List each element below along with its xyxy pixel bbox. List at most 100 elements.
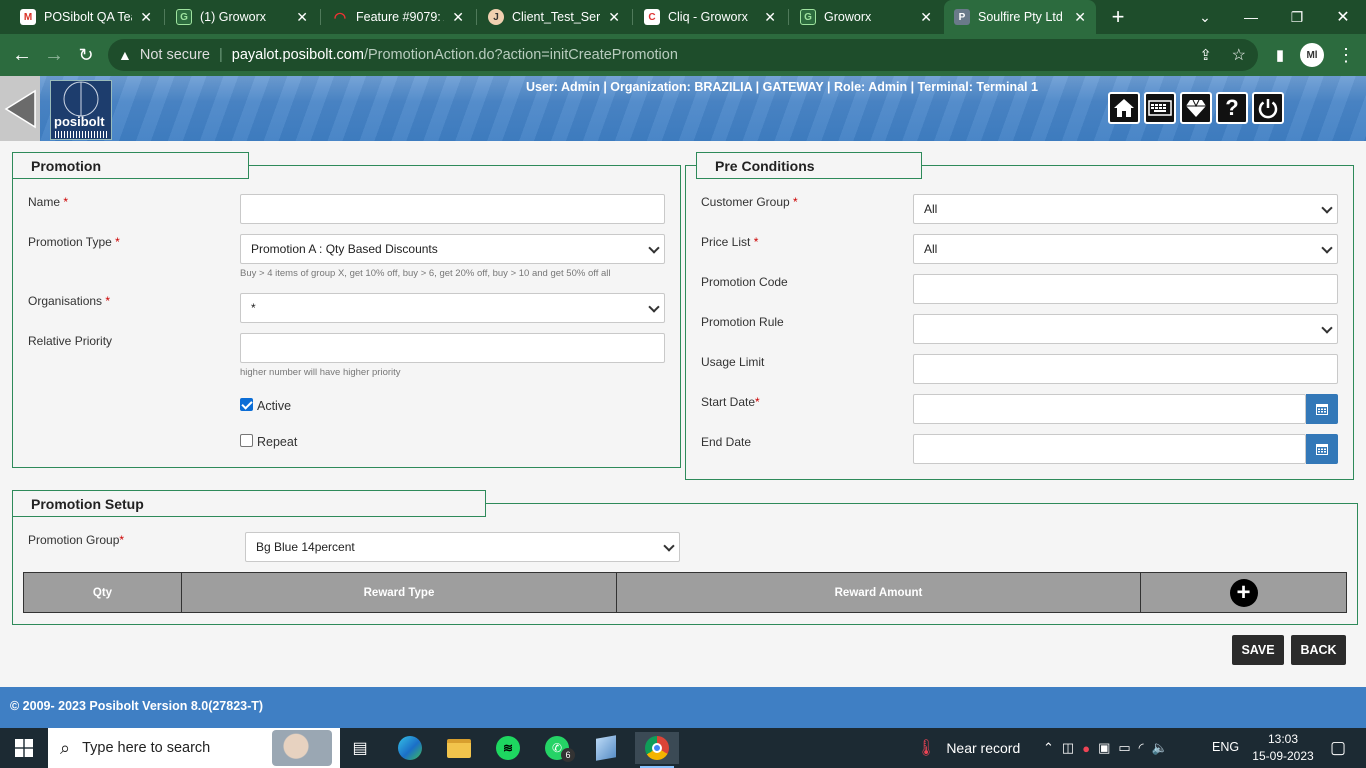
promotion-group-label: Promotion Group* [28,533,125,547]
close-icon[interactable]: ✕ [920,9,932,26]
promotion-rule-select[interactable] [913,314,1338,344]
price-list-label: Price List * [701,235,759,249]
end-date-calendar-button[interactable] [1306,434,1338,464]
notifications-icon[interactable]: ▢ [1318,732,1358,764]
close-icon[interactable]: ✕ [764,9,776,26]
tray-app-icon[interactable]: ▣ [1098,740,1110,756]
browser-tab[interactable]: G (1) Groworx ✕ [166,0,318,34]
collapse-arrow-icon[interactable] [0,76,40,141]
weather-widget[interactable]: 🌡 Near record [916,728,1020,768]
promotion-type-select[interactable]: Promotion A : Qty Based Discounts [240,234,665,264]
back-arrow-icon[interactable]: ← [6,34,38,76]
start-date-calendar-button[interactable] [1306,394,1338,424]
edge-icon[interactable] [390,732,430,764]
save-button[interactable]: SAVE [1232,635,1284,665]
language-indicator[interactable]: ENG [1212,740,1239,754]
side-panel-icon[interactable]: ▮ [1264,34,1296,76]
tab-title: (1) Groworx [200,10,266,24]
help-button[interactable]: ? [1216,92,1248,124]
chrome-icon[interactable] [635,732,679,764]
browser-tab[interactable]: ◠ Feature #9079: A ✕ [322,0,474,34]
promotion-group-select[interactable]: Bg Blue 14percent [245,532,680,562]
system-tray: ⌃ ◫ ● ▣ ▭ ◜ 🔈 [1043,728,1168,768]
start-date-label: Start Date* [701,395,760,409]
close-icon[interactable]: ✕ [1074,9,1086,26]
start-date-input[interactable] [913,394,1306,424]
clock[interactable]: 13:03 15-09-2023 [1250,731,1316,765]
relative-priority-label: Relative Priority [28,334,113,348]
reload-icon[interactable]: ↻ [70,34,102,76]
redmine-icon: ◠ [333,8,347,25]
search-highlight-image [272,730,332,766]
search-icon: ⌕ [60,737,71,758]
minimize-button[interactable]: — [1228,0,1274,34]
keyboard-button[interactable] [1144,92,1176,124]
end-date-input[interactable] [913,434,1306,464]
repeat-checkbox[interactable] [240,434,253,447]
close-icon[interactable]: ✕ [296,9,308,26]
home-icon [1114,99,1134,117]
promotion-type-label: Promotion Type * [28,235,120,249]
organisations-select[interactable]: * [240,293,665,323]
wifi-icon[interactable]: ◜ [1139,740,1144,756]
home-button[interactable] [1108,92,1140,124]
maximize-button[interactable]: ❐ [1274,0,1320,34]
whatsapp-icon[interactable]: ✆ 6 [537,732,577,764]
posibolt-logo: posibolt [50,80,112,140]
relative-priority-input[interactable] [240,333,665,363]
relative-priority-hint: higher number will have higher priority [240,367,401,378]
tab-search-icon[interactable]: ⌄ [1182,0,1228,34]
menu-kebab-icon[interactable]: ⋮ [1330,34,1362,76]
browser-tab-active[interactable]: P Soulfire Pty Ltd | ✕ [944,0,1096,34]
volume-icon[interactable]: 🔈 [1152,740,1168,756]
chevron-up-icon[interactable]: ⌃ [1043,740,1054,756]
forward-arrow-icon[interactable]: → [38,34,70,76]
browser-tab-strip: M POSibolt QA Tea ✕ G (1) Groworx ✕ ◠ Fe… [0,0,1366,34]
task-view-icon[interactable]: ▤ [340,732,380,764]
column-header-reward-amount: Reward Amount [617,573,1141,612]
price-list-select[interactable]: All [913,234,1338,264]
usage-limit-input[interactable] [913,354,1338,384]
name-input[interactable] [240,194,665,224]
close-icon[interactable]: ✕ [608,9,620,26]
address-bar[interactable]: ▲ Not secure | payalot.posibolt.com /Pro… [108,39,1258,71]
back-button[interactable]: BACK [1291,635,1346,665]
copyright-text: © 2009- 2023 Posibolt Version 8.0(27823-… [10,699,264,713]
help-icon: ? [1225,95,1239,120]
promotion-code-label: Promotion Code [701,275,788,289]
new-tab-button[interactable]: + [1096,0,1140,34]
package-icon[interactable] [586,732,626,764]
app-footer: © 2009- 2023 Posibolt Version 8.0(27823-… [0,687,1366,728]
customer-group-select[interactable]: All [913,194,1338,224]
tab-title: Groworx [824,10,872,24]
file-explorer-icon[interactable] [439,732,479,764]
taskbar-search[interactable]: ⌕ Type here to search [48,728,340,768]
spotify-icon[interactable]: ≋ [488,732,528,764]
camera-icon[interactable]: ◫ [1062,740,1074,756]
close-icon[interactable]: ✕ [452,9,464,26]
close-icon[interactable]: ✕ [140,9,152,26]
weather-text: Near record [946,740,1021,756]
browser-tab[interactable]: G Groworx ✕ [790,0,942,34]
groworx-icon: G [176,9,192,25]
star-icon[interactable]: ☆ [1232,45,1246,65]
close-window-button[interactable]: ✕ [1320,0,1366,34]
tab-title: Cliq - Groworx [668,10,748,24]
promotion-code-input[interactable] [913,274,1338,304]
windows-start-icon[interactable] [4,732,44,764]
browser-tab[interactable]: J Client_Test_Serve ✕ [478,0,630,34]
power-button[interactable] [1252,92,1284,124]
meet-icon[interactable]: ● [1082,741,1090,756]
browser-tab[interactable]: M POSibolt QA Tea ✕ [10,0,162,34]
active-label: Active [257,399,292,413]
column-header-qty: Qty [24,573,182,612]
active-checkbox[interactable] [240,398,253,411]
chevron-down-icon [648,242,660,254]
chevron-down-icon [1321,242,1333,254]
diamond-button[interactable] [1180,92,1212,124]
share-icon[interactable]: ⇪ [1199,46,1212,64]
profile-avatar[interactable]: Ml [1296,34,1328,76]
battery-icon[interactable]: ▭ [1118,740,1130,756]
add-row-button[interactable]: + [1229,578,1258,607]
browser-tab[interactable]: C Cliq - Groworx ✕ [634,0,786,34]
